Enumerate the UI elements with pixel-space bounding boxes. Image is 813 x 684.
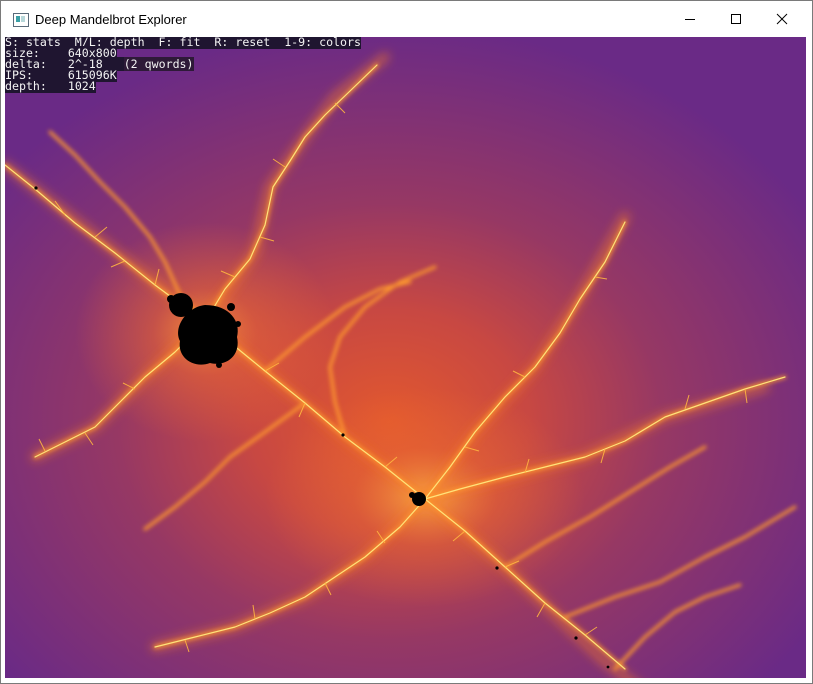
window-title: Deep Mandelbrot Explorer [35,12,187,27]
title-bar[interactable]: Deep Mandelbrot Explorer [1,1,812,37]
app-window: Deep Mandelbrot Explorer S: stats M/L: d… [0,0,813,684]
maximize-button[interactable] [713,1,759,37]
stats-overlay: S: stats M/L: depth F: fit R: reset 1-9:… [5,37,361,93]
minimize-icon [685,19,695,20]
depth-value: 1024 [67,79,96,93]
delta-note: (2 qwords) [123,57,194,71]
close-icon [776,13,788,25]
close-button[interactable] [759,1,805,37]
minimize-button[interactable] [667,1,713,37]
depth-label: depth: [5,79,47,93]
maximize-icon [731,14,741,24]
depth-line: depth: 1024 [5,79,361,93]
mandelbrot-render [5,37,806,678]
app-window-icon [13,13,29,27]
fractal-canvas[interactable]: S: stats M/L: depth F: fit R: reset 1-9:… [5,37,806,678]
